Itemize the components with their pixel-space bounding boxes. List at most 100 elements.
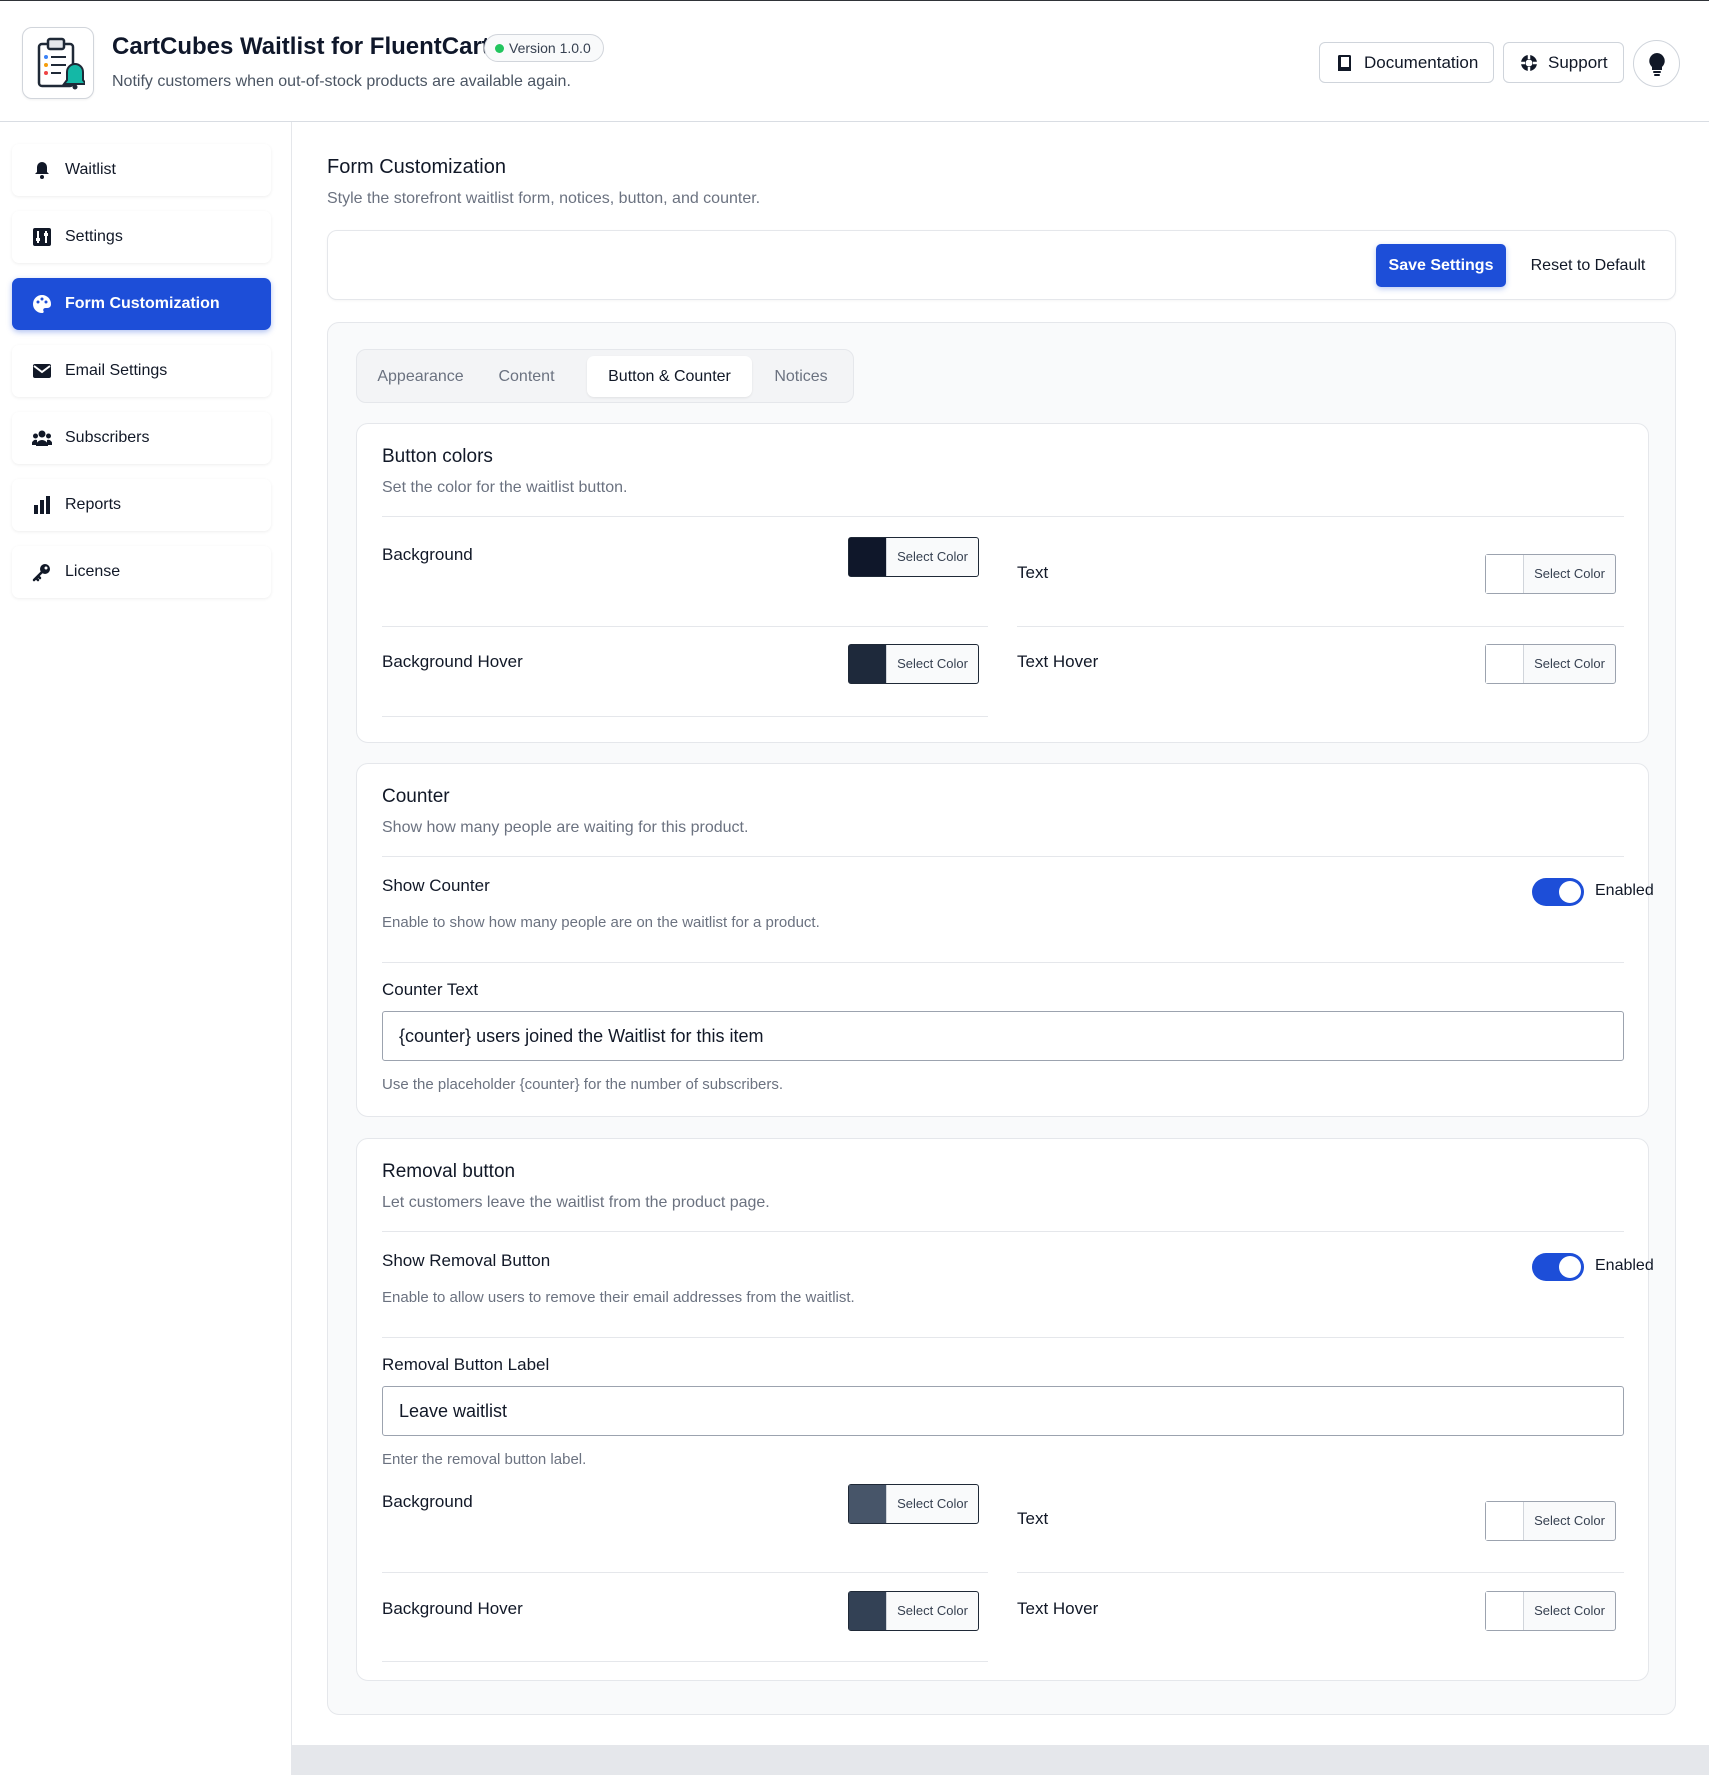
divider xyxy=(1017,626,1624,627)
color-swatch xyxy=(1486,555,1524,593)
documentation-label: Documentation xyxy=(1364,53,1479,72)
sidebar-item-form-customization[interactable]: Form Customization xyxy=(12,278,271,330)
divider xyxy=(382,1231,1624,1232)
sidebar-item-label: Waitlist xyxy=(65,161,116,178)
divider xyxy=(1017,1572,1624,1573)
tab-button-counter[interactable]: Button & Counter xyxy=(587,356,752,397)
color-swatch xyxy=(849,538,887,576)
bell-icon xyxy=(35,162,49,179)
removal-background-color-picker[interactable]: Select Color xyxy=(848,1484,979,1524)
select-color-label: Select Color xyxy=(897,1603,968,1618)
sidebar-item-label: License xyxy=(65,563,121,580)
removal-text-hover-label: Text Hover xyxy=(1017,1599,1099,1618)
show-removal-help: Enable to allow users to remove their em… xyxy=(382,1289,855,1306)
documentation-button[interactable]: Documentation xyxy=(1319,42,1494,83)
show-counter-label: Show Counter xyxy=(382,876,490,895)
show-removal-toggle[interactable] xyxy=(1532,1253,1584,1281)
status-dot-icon xyxy=(495,44,504,53)
palette-icon xyxy=(33,295,52,313)
removal-label-help: Enter the removal button label. xyxy=(382,1451,587,1468)
background-label: Background xyxy=(382,545,473,564)
show-removal-state: Enabled xyxy=(1595,1257,1654,1274)
tab-notices[interactable]: Notices xyxy=(757,356,845,397)
sidebar-item-waitlist[interactable]: Waitlist xyxy=(12,144,271,196)
card-subtitle: Set the color for the waitlist button. xyxy=(382,479,628,496)
version-badge: Version 1.0.0 xyxy=(484,34,604,62)
support-button[interactable]: Support xyxy=(1503,42,1624,83)
divider xyxy=(382,962,1624,963)
text-label: Text xyxy=(1017,563,1049,582)
divider xyxy=(382,626,988,627)
sidebar-item-settings[interactable]: Settings xyxy=(12,211,271,263)
counter-text-input[interactable]: {counter} users joined the Waitlist for … xyxy=(382,1011,1624,1061)
app-subtitle: Notify customers when out-of-stock produ… xyxy=(112,73,571,90)
divider xyxy=(382,856,1624,857)
sidebar: Waitlist Settings Form Customization Ema… xyxy=(0,122,292,1775)
removal-background-hover-color-picker[interactable]: Select Color xyxy=(848,1591,979,1631)
lightbulb-icon xyxy=(1649,53,1665,76)
color-swatch xyxy=(849,645,887,683)
sidebar-item-label: Email Settings xyxy=(65,362,168,379)
removal-background-hover-label: Background Hover xyxy=(382,1599,523,1618)
page-title: Form Customization xyxy=(327,156,506,178)
divider xyxy=(382,1661,988,1662)
background-color-picker[interactable]: Select Color xyxy=(848,537,979,577)
text-color-picker[interactable]: Select Color xyxy=(1485,554,1616,594)
sidebar-item-email-settings[interactable]: Email Settings xyxy=(12,345,271,397)
version-text: Version 1.0.0 xyxy=(509,40,591,56)
color-swatch xyxy=(1486,645,1524,683)
divider xyxy=(382,516,1624,517)
divider xyxy=(382,1572,988,1573)
settings-panel: Appearance Content Button & Counter Noti… xyxy=(327,322,1676,1715)
sidebar-item-license[interactable]: License xyxy=(12,546,271,598)
card-title: Counter xyxy=(382,786,450,807)
select-color-label: Select Color xyxy=(1534,566,1605,581)
show-counter-toggle[interactable] xyxy=(1532,878,1584,906)
text-hover-color-picker[interactable]: Select Color xyxy=(1485,644,1616,684)
text-hover-label: Text Hover xyxy=(1017,652,1099,671)
show-removal-label: Show Removal Button xyxy=(382,1251,551,1270)
removal-text-label: Text xyxy=(1017,1509,1049,1528)
card-subtitle: Show how many people are waiting for thi… xyxy=(382,819,749,836)
tab-bar: Appearance Content Button & Counter Noti… xyxy=(356,349,854,403)
counter-card: Counter Show how many people are waiting… xyxy=(356,763,1654,1117)
removal-label-label: Removal Button Label xyxy=(382,1355,550,1374)
tab-appearance[interactable]: Appearance xyxy=(363,356,478,397)
toggle-knob xyxy=(1559,1256,1581,1278)
counter-text-label: Counter Text xyxy=(382,980,479,999)
sidebar-item-reports[interactable]: Reports xyxy=(12,479,271,531)
reset-to-default-button[interactable]: Reset to Default xyxy=(1515,244,1661,287)
card-title: Button colors xyxy=(382,446,493,467)
removal-label-input[interactable]: Leave waitlist xyxy=(382,1386,1624,1436)
select-color-label: Select Color xyxy=(897,1496,968,1511)
select-color-label: Select Color xyxy=(897,656,968,671)
key-icon xyxy=(32,564,50,582)
sidebar-item-subscribers[interactable]: Subscribers xyxy=(12,412,271,464)
save-settings-button[interactable]: Save Settings xyxy=(1376,244,1506,287)
color-swatch xyxy=(1486,1502,1524,1540)
background-hover-label: Background Hover xyxy=(382,652,523,671)
book-icon xyxy=(1338,55,1351,71)
color-swatch xyxy=(849,1592,887,1630)
removal-text-hover-color-picker[interactable]: Select Color xyxy=(1485,1591,1616,1631)
card-subtitle: Let customers leave the waitlist from th… xyxy=(382,1194,770,1211)
divider xyxy=(382,716,988,717)
users-icon xyxy=(32,430,52,446)
app-title: CartCubes Waitlist for FluentCart xyxy=(112,33,490,60)
removal-text-color-picker[interactable]: Select Color xyxy=(1485,1501,1616,1541)
background-hover-color-picker[interactable]: Select Color xyxy=(848,644,979,684)
toggle-knob xyxy=(1559,881,1581,903)
show-counter-state: Enabled xyxy=(1595,882,1654,899)
removal-background-label: Background xyxy=(382,1492,473,1511)
sliders-icon xyxy=(33,228,51,246)
select-color-label: Select Color xyxy=(1534,656,1605,671)
sidebar-item-label: Settings xyxy=(65,228,123,245)
counter-text-help: Use the placeholder {counter} for the nu… xyxy=(382,1076,784,1093)
lightbulb-button[interactable] xyxy=(1633,40,1680,87)
removal-button-card: Removal button Let customers leave the w… xyxy=(356,1138,1654,1681)
select-color-label: Select Color xyxy=(1534,1603,1605,1618)
page-subtitle: Style the storefront waitlist form, noti… xyxy=(327,190,761,207)
support-label: Support xyxy=(1548,53,1608,72)
tab-content[interactable]: Content xyxy=(482,356,571,397)
color-swatch xyxy=(1486,1592,1524,1630)
